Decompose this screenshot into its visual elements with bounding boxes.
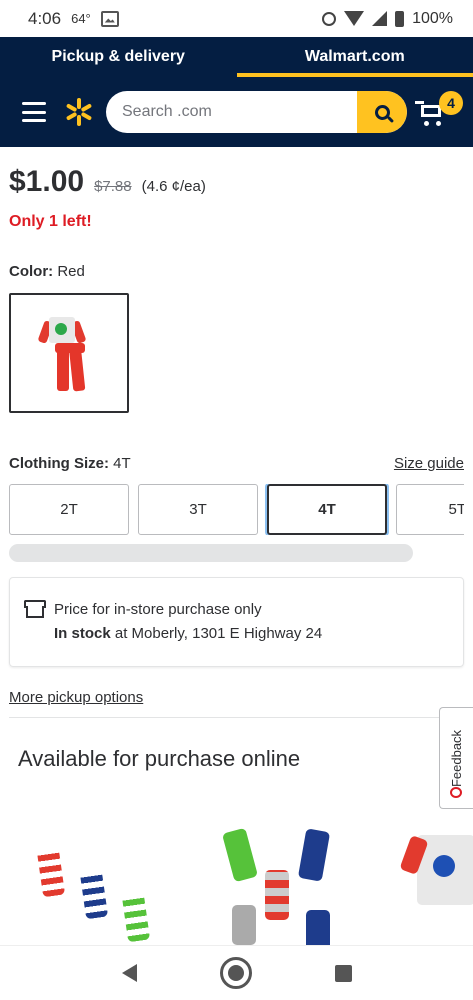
divider xyxy=(9,717,464,718)
cart-icon xyxy=(415,101,424,104)
in-stock-label: In stock xyxy=(54,625,111,642)
stock-alert: Only 1 left! xyxy=(9,213,92,230)
back-icon[interactable] xyxy=(121,964,137,982)
section-title: Available for purchase online xyxy=(18,746,301,771)
size-option-2t[interactable]: 2T xyxy=(9,484,129,535)
walmart-spark-logo[interactable] xyxy=(64,97,94,127)
current-price: $1.00 xyxy=(9,165,85,198)
battery-level: 100% xyxy=(412,9,453,27)
search-button[interactable] xyxy=(357,91,407,133)
product-details: $1.00 $7.88 (4.6 ¢/ea) Only 1 left! Colo… xyxy=(0,165,473,772)
status-bar: 4:06 64° 100% xyxy=(0,0,473,37)
was-price: $7.88 xyxy=(94,178,132,195)
search-icon xyxy=(374,104,390,120)
tab-pickup-delivery[interactable]: Pickup & delivery xyxy=(0,37,237,77)
online-products-carousel xyxy=(0,820,473,945)
system-nav-bar xyxy=(0,945,473,1000)
store-icon xyxy=(24,600,46,618)
more-pickup-options-link[interactable]: More pickup options xyxy=(9,689,143,706)
store-location: at Moberly, 1301 E Highway 24 xyxy=(114,625,323,642)
wifi-icon xyxy=(344,11,365,26)
color-swatch-red[interactable] xyxy=(9,293,129,413)
recent-apps-icon[interactable] xyxy=(334,964,352,982)
search-input[interactable] xyxy=(106,103,357,121)
size-scrollbar[interactable] xyxy=(9,544,413,562)
feedback-label: Feedback xyxy=(449,729,464,787)
product-card-shirt[interactable] xyxy=(399,835,473,915)
feedback-icon xyxy=(450,787,462,798)
product-card-socks-2[interactable] xyxy=(220,827,340,945)
signal-icon xyxy=(372,11,388,26)
size-guide-link[interactable]: Size guide xyxy=(394,455,464,472)
size-option-5t[interactable]: 5T xyxy=(396,484,464,535)
battery-icon xyxy=(395,10,405,27)
feedback-button[interactable]: Feedback xyxy=(439,707,473,809)
store-price-note: Price for in-store purchase only xyxy=(54,601,262,618)
search-bar xyxy=(106,91,407,133)
unit-price: (4.6 ¢/ea) xyxy=(141,178,206,195)
menu-icon[interactable] xyxy=(22,102,46,122)
home-icon[interactable] xyxy=(219,957,252,989)
app-header: Pickup & delivery Walmart.com 4 xyxy=(0,37,473,147)
size-value: 4T xyxy=(113,455,131,472)
tab-walmart-com[interactable]: Walmart.com xyxy=(236,37,473,77)
store-availability-card: Price for in-store purchase only In stoc… xyxy=(9,577,464,667)
size-label: Clothing Size: xyxy=(9,455,109,472)
size-option-3t[interactable]: 3T xyxy=(138,484,258,535)
size-option-4t[interactable]: 4T xyxy=(267,484,387,535)
size-header: Clothing Size: 4T Size guide xyxy=(9,455,464,472)
pajama-thumbnail xyxy=(37,317,103,395)
cart-count-badge: 4 xyxy=(439,91,463,115)
price-row: $1.00 $7.88 (4.6 ¢/ea) xyxy=(9,165,464,199)
mode-tabs: Pickup & delivery Walmart.com xyxy=(0,37,473,77)
image-notification-icon xyxy=(100,10,119,27)
status-time: 4:06 xyxy=(28,8,62,28)
size-options: 2T 3T 4T 5T xyxy=(9,484,464,535)
alarm-icon xyxy=(322,11,337,26)
color-label-row: Color: Red xyxy=(9,263,464,280)
product-card-socks-1[interactable] xyxy=(35,848,165,945)
cart-button[interactable]: 4 xyxy=(415,91,463,133)
color-label: Color: xyxy=(9,263,54,280)
color-value: Red xyxy=(57,263,85,280)
status-temperature: 64° xyxy=(71,11,91,26)
